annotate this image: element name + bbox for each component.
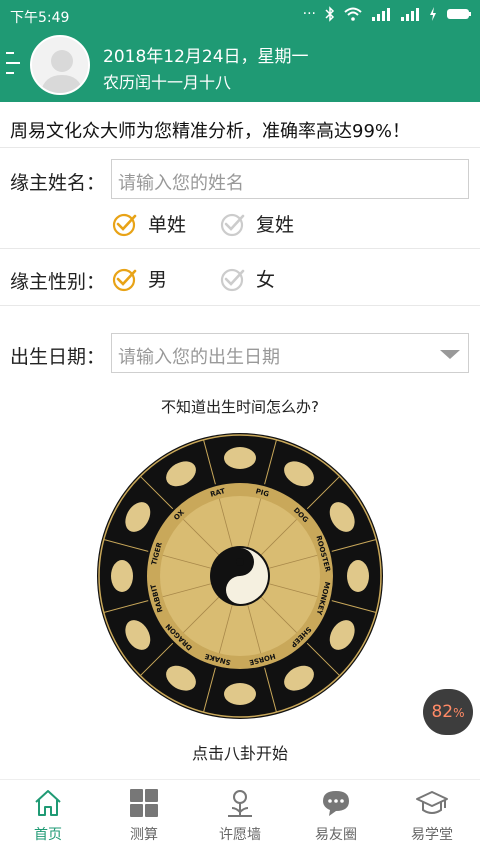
grid-icon [130, 789, 158, 817]
slogan: 周易文化众大师为您精准分析，准确率高达99%！ [10, 121, 411, 142]
yin-yang-dot [236, 558, 244, 566]
birth-time-hint-link[interactable]: 不知道出生时间怎么办? [0, 396, 480, 417]
zodiac-animal-figure [224, 447, 256, 469]
tab-academy-label: 易学堂 [411, 827, 453, 843]
birth-date-select[interactable]: 请输入您的出生日期 [111, 333, 469, 373]
single-surname-option[interactable]: 单姓 [112, 210, 186, 237]
tab-friends-circle-label: 易友圈 [315, 827, 357, 843]
status-time: 下午5:49 [10, 10, 70, 26]
name-placeholder: 请输入您的姓名 [118, 173, 244, 194]
compound-surname-label: 复姓 [256, 214, 295, 236]
checkbox-unchecked-icon [220, 213, 245, 236]
name-input[interactable]: 请输入您的姓名 [111, 159, 469, 199]
male-option[interactable]: 男 [112, 265, 167, 292]
graduation-cap-icon [416, 791, 448, 814]
lunar-date: 农历闰十一月十八 [103, 73, 232, 92]
single-surname-label: 单姓 [148, 214, 187, 236]
battery-icon [447, 9, 471, 19]
home-icon [35, 790, 61, 816]
bluetooth-icon [325, 6, 335, 22]
divider [0, 305, 480, 306]
dropdown-arrow-icon[interactable] [440, 350, 460, 359]
status-icons: ··· [303, 6, 472, 22]
dots-icon: ··· [302, 6, 316, 22]
tab-home[interactable]: 首页 [0, 780, 96, 853]
signal-icon [372, 8, 390, 21]
name-label: 缘主姓名： [10, 172, 106, 194]
solar-date: 2018年12月24日，星期一 [103, 47, 309, 67]
user-silhouette-icon [32, 37, 88, 93]
progress-badge[interactable]: 82% [423, 689, 473, 735]
checkbox-checked-icon [112, 268, 137, 291]
birth-label: 出生日期： [10, 346, 106, 368]
gender-label: 缘主性别： [10, 271, 106, 293]
flower-icon [228, 790, 252, 817]
tab-calculate[interactable]: 测算 [96, 780, 192, 853]
menu-icon[interactable] [6, 50, 22, 76]
divider [0, 147, 480, 148]
header: 2018年12月24日，星期一 农历闰十一月十八 [0, 30, 480, 102]
tab-friends-circle[interactable]: 易友圈 [288, 780, 384, 853]
tab-calculate-label: 测算 [130, 827, 158, 843]
tab-academy[interactable]: 易学堂 [384, 780, 480, 853]
zodiac-animal-figure [224, 683, 256, 705]
birth-placeholder: 请输入您的出生日期 [118, 347, 280, 368]
charging-icon [430, 7, 436, 21]
progress-value: 82 [431, 702, 454, 722]
tab-home-label: 首页 [34, 827, 62, 843]
checkbox-checked-icon [112, 213, 137, 236]
compound-surname-option[interactable]: 复姓 [220, 210, 294, 237]
divider [0, 248, 480, 249]
progress-unit: % [453, 706, 465, 720]
zodiac-bagua-wheel[interactable]: RAT PIGDOGROOSTERMONKEYSHEEPHORSESNAKEDRA… [96, 432, 384, 720]
tab-wish-wall[interactable]: 许愿墙 [192, 780, 288, 853]
status-bar: 下午5:49 ··· [0, 0, 480, 30]
zodiac-animal-figure [347, 560, 369, 592]
female-option[interactable]: 女 [220, 265, 275, 292]
tab-wish-wall-label: 许愿墙 [219, 827, 261, 843]
bottom-tab-bar: 首页 测算 许愿墙 易友圈 易学堂 [0, 779, 480, 853]
chat-icon [323, 791, 349, 816]
female-label: 女 [256, 269, 276, 291]
checkbox-unchecked-icon [220, 268, 245, 291]
signal-icon [401, 8, 419, 21]
wifi-icon [344, 7, 362, 21]
zodiac-animal-figure [111, 560, 133, 592]
male-label: 男 [148, 269, 168, 291]
start-hint: 点击八卦开始 [191, 744, 288, 763]
avatar[interactable] [30, 35, 90, 95]
yin-yang-dot [236, 586, 244, 594]
